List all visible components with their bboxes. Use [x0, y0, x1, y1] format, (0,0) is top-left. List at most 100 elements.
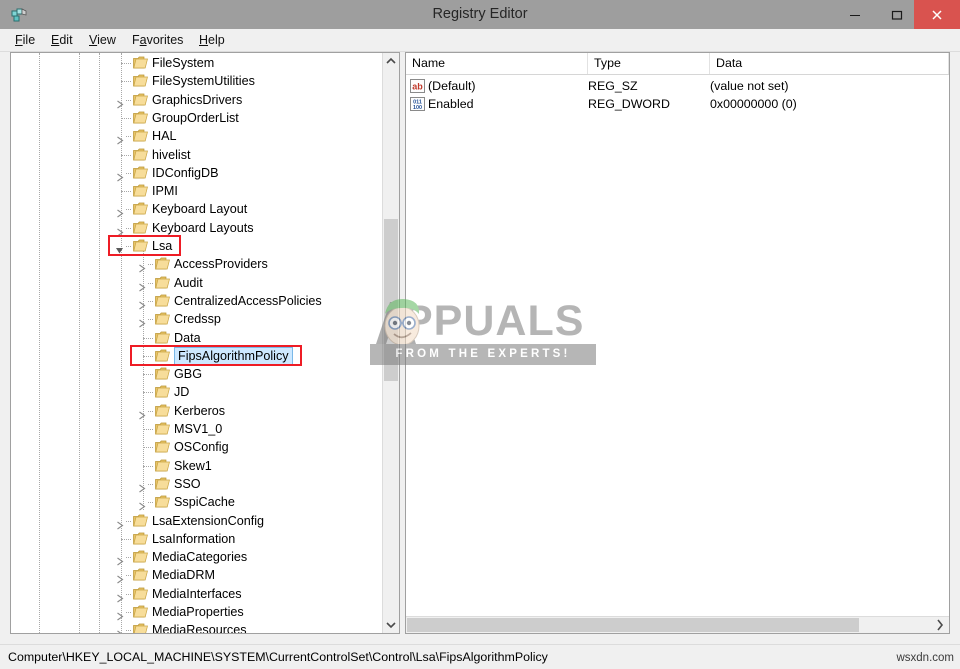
tree-item-mediaresources[interactable]: MediaResources — [11, 621, 383, 633]
tree-item-graphicsdrivers[interactable]: GraphicsDrivers — [11, 91, 383, 109]
tree-expander[interactable] — [115, 224, 124, 237]
tree-expander[interactable] — [115, 517, 124, 529]
tree-item-label: GBG — [174, 367, 202, 382]
tree-item-lsainformation[interactable]: LsaInformation — [11, 530, 383, 548]
string-value-icon: ab — [410, 79, 425, 93]
menu-view[interactable]: View — [82, 29, 123, 51]
menu-edit[interactable]: Edit — [44, 29, 80, 51]
close-button[interactable] — [914, 0, 960, 29]
values-horizontal-scrollbar[interactable] — [406, 616, 949, 633]
scroll-thumb[interactable] — [384, 219, 398, 381]
tree-expander[interactable] — [115, 242, 124, 254]
tree-expander[interactable] — [137, 279, 146, 292]
tree-item-label: Skew1 — [174, 458, 212, 473]
folder-icon — [133, 605, 148, 618]
maximize-button[interactable] — [876, 0, 918, 29]
tree-item-msv1-0[interactable]: MSV1_0 — [11, 420, 383, 438]
tree-item-mediacategories[interactable]: MediaCategories — [11, 548, 383, 566]
tree-item-keyboard-layout[interactable]: Keyboard Layout — [11, 200, 383, 218]
tree-expander[interactable] — [115, 96, 124, 109]
tree-expander[interactable] — [115, 608, 124, 621]
folder-icon — [133, 239, 148, 252]
tree-expander[interactable] — [115, 590, 124, 603]
tree-item-label: GraphicsDrivers — [152, 92, 243, 107]
tree-expander[interactable] — [137, 297, 146, 310]
tree-item-centralizedaccesspolicies[interactable]: CentralizedAccessPolicies — [11, 292, 383, 310]
tree-item-label: Lsa — [152, 239, 173, 253]
tree-item-idconfigdb[interactable]: IDConfigDB — [11, 164, 383, 182]
folder-icon — [133, 532, 148, 545]
tree-item-label: OSConfig — [174, 440, 229, 455]
tree-expander[interactable] — [115, 626, 124, 633]
tree-expander[interactable] — [115, 571, 124, 584]
tree-item-hal[interactable]: HAL — [11, 127, 383, 145]
tree-item-hivelist[interactable]: hivelist — [11, 146, 383, 164]
tree-item-lsa[interactable]: Lsa — [11, 237, 383, 255]
tree-item-keyboard-layouts[interactable]: Keyboard Layouts — [11, 219, 383, 237]
tree-item-filesystemutilities[interactable]: FileSystemUtilities — [11, 72, 383, 90]
column-header-data[interactable]: Data — [710, 53, 949, 74]
tree-connector — [126, 172, 131, 175]
tree-item-label: LsaInformation — [152, 531, 236, 546]
tree-item-sso[interactable]: SSO — [11, 475, 383, 493]
tree-expander[interactable] — [137, 498, 146, 511]
tree-expander[interactable] — [137, 480, 146, 493]
tree-item-mediadrm[interactable]: MediaDRM — [11, 566, 383, 584]
tree-item-sspicache[interactable]: SspiCache — [11, 493, 383, 511]
menu-file[interactable]: File — [8, 29, 42, 51]
tree-expander[interactable] — [115, 205, 124, 218]
expander-collapsed-icon — [139, 319, 146, 328]
tree-item-mediaproperties[interactable]: MediaProperties — [11, 603, 383, 621]
folder-icon — [155, 312, 170, 325]
folder-icon — [155, 349, 170, 362]
tree-item-jd[interactable]: JD — [11, 383, 383, 401]
folder-icon — [155, 367, 170, 380]
minimize-button[interactable] — [834, 0, 876, 29]
tree-item-label: SSO — [174, 476, 201, 491]
tree-item-grouporderlist[interactable]: GroupOrderList — [11, 109, 383, 127]
folder-icon — [155, 276, 170, 288]
folder-icon — [155, 459, 170, 472]
title-bar: Registry Editor — [0, 0, 960, 30]
tree-item-data[interactable]: Data — [11, 329, 383, 347]
menu-help[interactable]: Help — [192, 29, 232, 51]
column-header-name[interactable]: Name — [406, 53, 588, 74]
tree-item-ipmi[interactable]: IPMI — [11, 182, 383, 200]
tree-item-label: FipsAlgorithmPolicy — [174, 346, 293, 366]
registry-values-panel[interactable]: Name Type Data ab (Default) REG_SZ (value not… — [405, 52, 950, 634]
tree-item-audit[interactable]: Audit — [11, 274, 383, 292]
tree-item-fipsalgorithmpolicy[interactable]: FipsAlgorithmPolicy — [11, 346, 383, 366]
tree-item-accessproviders[interactable]: AccessProviders — [11, 255, 383, 273]
value-row[interactable]: ab (Default) REG_SZ (value not set) — [406, 77, 949, 95]
tree-item-label: GroupOrderList — [152, 110, 239, 125]
tree-item-gbg[interactable]: GBG — [11, 365, 383, 383]
column-header-type[interactable]: Type — [588, 53, 710, 74]
registry-tree-panel[interactable]: FileSystem FileSystemUtilities GraphicsDri… — [10, 52, 400, 634]
tree-expander[interactable] — [115, 553, 124, 566]
tree-expander[interactable] — [115, 132, 124, 145]
tree-item-skew1[interactable]: Skew1 — [11, 457, 383, 475]
tree-connector — [148, 410, 153, 413]
scroll-down-button[interactable] — [383, 616, 399, 633]
tree-item-filesystem[interactable]: FileSystem — [11, 54, 383, 72]
menu-favorites[interactable]: Favorites — [125, 29, 190, 51]
folder-icon — [133, 166, 148, 179]
tree-expander[interactable] — [137, 260, 146, 273]
tree-item-osconfig[interactable]: OSConfig — [11, 438, 383, 456]
tree-expander[interactable] — [115, 169, 124, 182]
folder-icon — [155, 422, 170, 435]
tree-expander[interactable] — [137, 407, 146, 420]
tree-item-lsaextensionconfig[interactable]: LsaExtensionConfig — [11, 512, 383, 530]
folder-icon — [155, 331, 170, 343]
hscroll-right-button[interactable] — [932, 617, 949, 633]
tree-expander[interactable] — [137, 315, 146, 328]
tree-item-mediainterfaces[interactable]: MediaInterfaces — [11, 585, 383, 603]
tree-item-credssp[interactable]: Credssp — [11, 310, 383, 328]
hscroll-thumb[interactable] — [407, 618, 859, 632]
tree-vertical-scrollbar[interactable] — [382, 53, 399, 633]
scroll-up-button[interactable] — [383, 53, 399, 70]
tree-item-kerberos[interactable]: Kerberos — [11, 402, 383, 420]
folder-icon — [133, 623, 148, 633]
tree-connector — [143, 447, 153, 449]
value-row[interactable]: 011 100 Enabled REG_DWORD 0x00000000 (0) — [406, 95, 949, 113]
